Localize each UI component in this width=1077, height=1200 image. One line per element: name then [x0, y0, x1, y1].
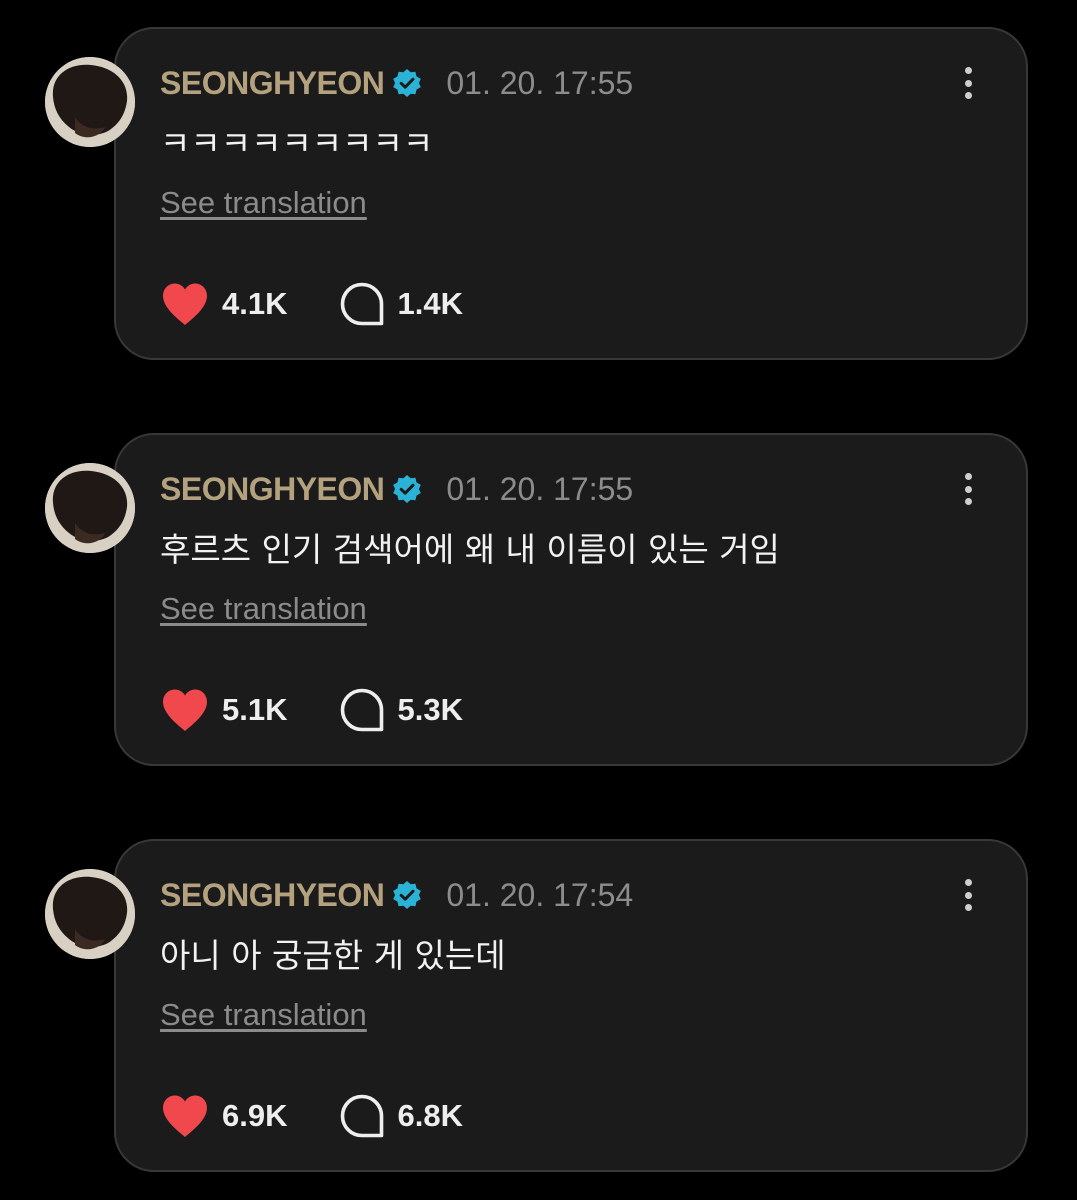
username[interactable]: SEONGHYEON [160, 65, 385, 102]
post-text: 후르츠 인기 검색어에 왜 내 이름이 있는 거임 [160, 530, 780, 569]
avatar[interactable] [45, 57, 135, 147]
username[interactable]: SEONGHYEON [160, 471, 385, 508]
more-vertical-icon[interactable] [950, 471, 986, 507]
comment-button[interactable]: 5.3K [339, 687, 463, 733]
comment-count: 6.8K [397, 1098, 463, 1133]
post-card: SEONGHYEON 01. 20. 17:55 후르츠 인기 검색어에 왜 내… [114, 433, 1028, 766]
comment-count: 1.4K [397, 286, 463, 321]
like-button[interactable]: 6.9K [160, 1093, 287, 1139]
see-translation-link[interactable]: See translation [160, 185, 367, 221]
avatar[interactable] [45, 869, 135, 959]
post-header: SEONGHYEON 01. 20. 17:55 [160, 63, 633, 103]
like-count: 6.9K [222, 1098, 288, 1133]
post-actions: 5.1K 5.3K [160, 685, 463, 735]
timestamp: 01. 20. 17:55 [446, 64, 634, 101]
more-vertical-icon[interactable] [950, 65, 986, 101]
comment-bubble-icon [341, 1094, 384, 1138]
comment-count: 5.3K [397, 692, 463, 727]
heart-icon [163, 1095, 207, 1137]
post-text: 아니 아 궁금한 게 있는데 [160, 936, 506, 975]
see-translation-link[interactable]: See translation [160, 591, 367, 627]
post-card: SEONGHYEON 01. 20. 17:55 ㅋㅋㅋㅋㅋㅋㅋㅋㅋ See t… [114, 27, 1028, 360]
heart-icon [163, 283, 207, 325]
post-header: SEONGHYEON 01. 20. 17:54 [160, 875, 633, 915]
post-card-1: SEONGHYEON 01. 20. 17:55 ㅋㅋㅋㅋㅋㅋㅋㅋㅋ See t… [0, 27, 1077, 367]
post-card-3: SEONGHYEON 01. 20. 17:54 아니 아 궁금한 게 있는데 … [0, 839, 1077, 1179]
like-count: 4.1K [222, 286, 288, 321]
comment-button[interactable]: 6.8K [339, 1093, 463, 1139]
more-vertical-icon[interactable] [950, 877, 986, 913]
post-actions: 4.1K 1.4K [160, 279, 463, 329]
like-button[interactable]: 4.1K [160, 281, 287, 327]
avatar[interactable] [45, 463, 135, 553]
comment-button[interactable]: 1.4K [339, 281, 463, 327]
post-card: SEONGHYEON 01. 20. 17:54 아니 아 궁금한 게 있는데 … [114, 839, 1028, 1172]
verified-badge-icon [392, 474, 422, 504]
verified-badge-icon [392, 880, 422, 910]
post-actions: 6.9K 6.8K [160, 1091, 463, 1141]
like-count: 5.1K [222, 692, 288, 727]
comment-bubble-icon [341, 282, 384, 326]
timestamp: 01. 20. 17:55 [446, 470, 634, 507]
heart-icon [163, 689, 207, 731]
timestamp: 01. 20. 17:54 [446, 876, 634, 913]
post-card-2: SEONGHYEON 01. 20. 17:55 후르츠 인기 검색어에 왜 내… [0, 433, 1077, 773]
post-text: ㅋㅋㅋㅋㅋㅋㅋㅋㅋ [160, 124, 434, 163]
comment-bubble-icon [341, 688, 384, 732]
username[interactable]: SEONGHYEON [160, 877, 385, 914]
verified-badge-icon [392, 68, 422, 98]
post-header: SEONGHYEON 01. 20. 17:55 [160, 469, 633, 509]
like-button[interactable]: 5.1K [160, 687, 287, 733]
see-translation-link[interactable]: See translation [160, 997, 367, 1033]
